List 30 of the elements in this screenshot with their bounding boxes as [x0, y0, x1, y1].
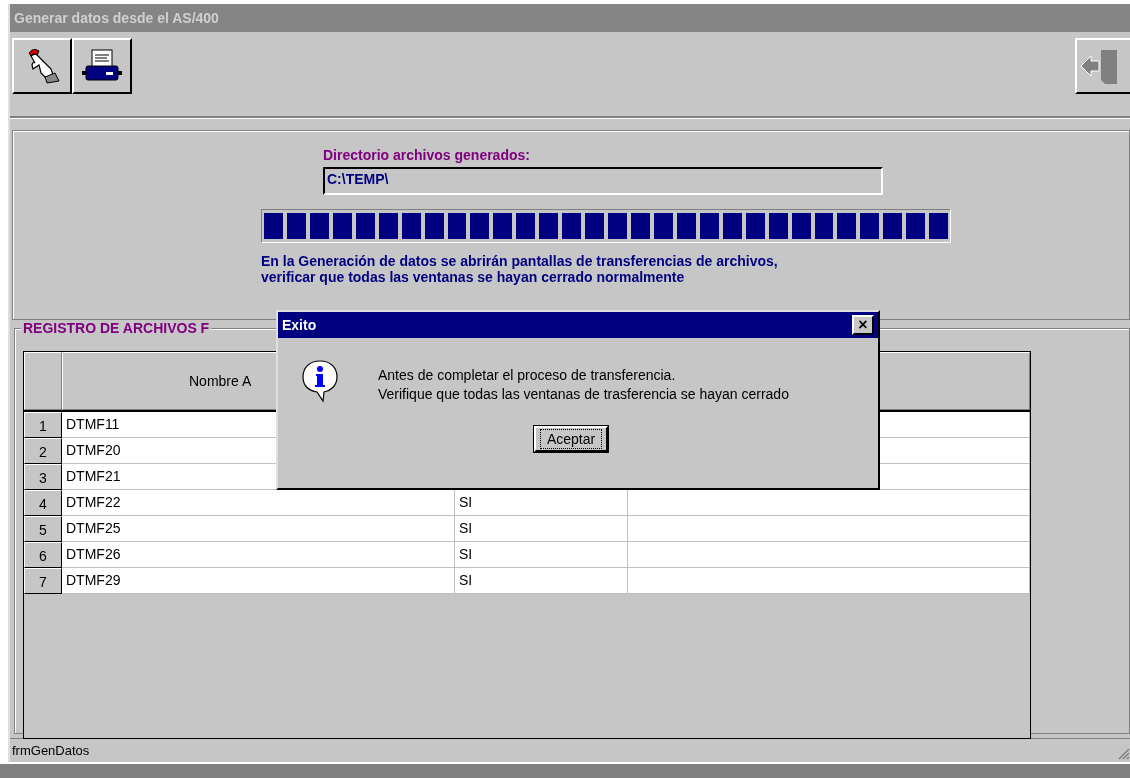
- status-text: frmGenDatos: [12, 742, 90, 758]
- exit-button[interactable]: [1075, 38, 1130, 94]
- directory-field[interactable]: C:\TEMP\: [323, 167, 883, 195]
- row-number[interactable]: 6: [24, 542, 62, 568]
- row-number[interactable]: 4: [24, 490, 62, 516]
- hand-tool-button[interactable]: [12, 38, 72, 94]
- printer-button[interactable]: [72, 38, 132, 94]
- table-cell: DTMF26: [62, 542, 455, 568]
- notice-text: verificar que todas las ventanas se hayan cerrado normalmente: [261, 269, 686, 285]
- row-number[interactable]: 7: [24, 568, 62, 594]
- close-button[interactable]: ×: [852, 315, 874, 335]
- row-number[interactable]: 5: [24, 516, 62, 542]
- info-icon: [300, 358, 340, 404]
- window-title: Generar datos desde el AS/400: [14, 10, 219, 26]
- table-cell: SI: [455, 568, 628, 594]
- accept-button[interactable]: Aceptar: [533, 426, 609, 452]
- table-cell: SI: [455, 516, 628, 542]
- table-cell: DTMF22: [62, 490, 455, 516]
- row-number[interactable]: 3: [24, 464, 62, 490]
- table-cell: DTMF25: [62, 516, 455, 542]
- notice-text: En la Generación de datos se abrirán pantallas de transferencias de archivos,: [261, 253, 778, 269]
- table-cell: SI: [455, 490, 628, 516]
- group-title: REGISTRO DE ARCHIVOS F: [21, 320, 212, 336]
- table-cell: SI: [455, 542, 628, 568]
- directory-label: Directorio archivos generados:: [323, 147, 531, 163]
- table-cell: DTMF29: [62, 568, 455, 594]
- dialog-title: Exito: [282, 317, 317, 333]
- row-number[interactable]: 1: [24, 412, 62, 438]
- resize-grip-icon[interactable]: [1118, 748, 1130, 760]
- row-number[interactable]: 2: [24, 438, 62, 464]
